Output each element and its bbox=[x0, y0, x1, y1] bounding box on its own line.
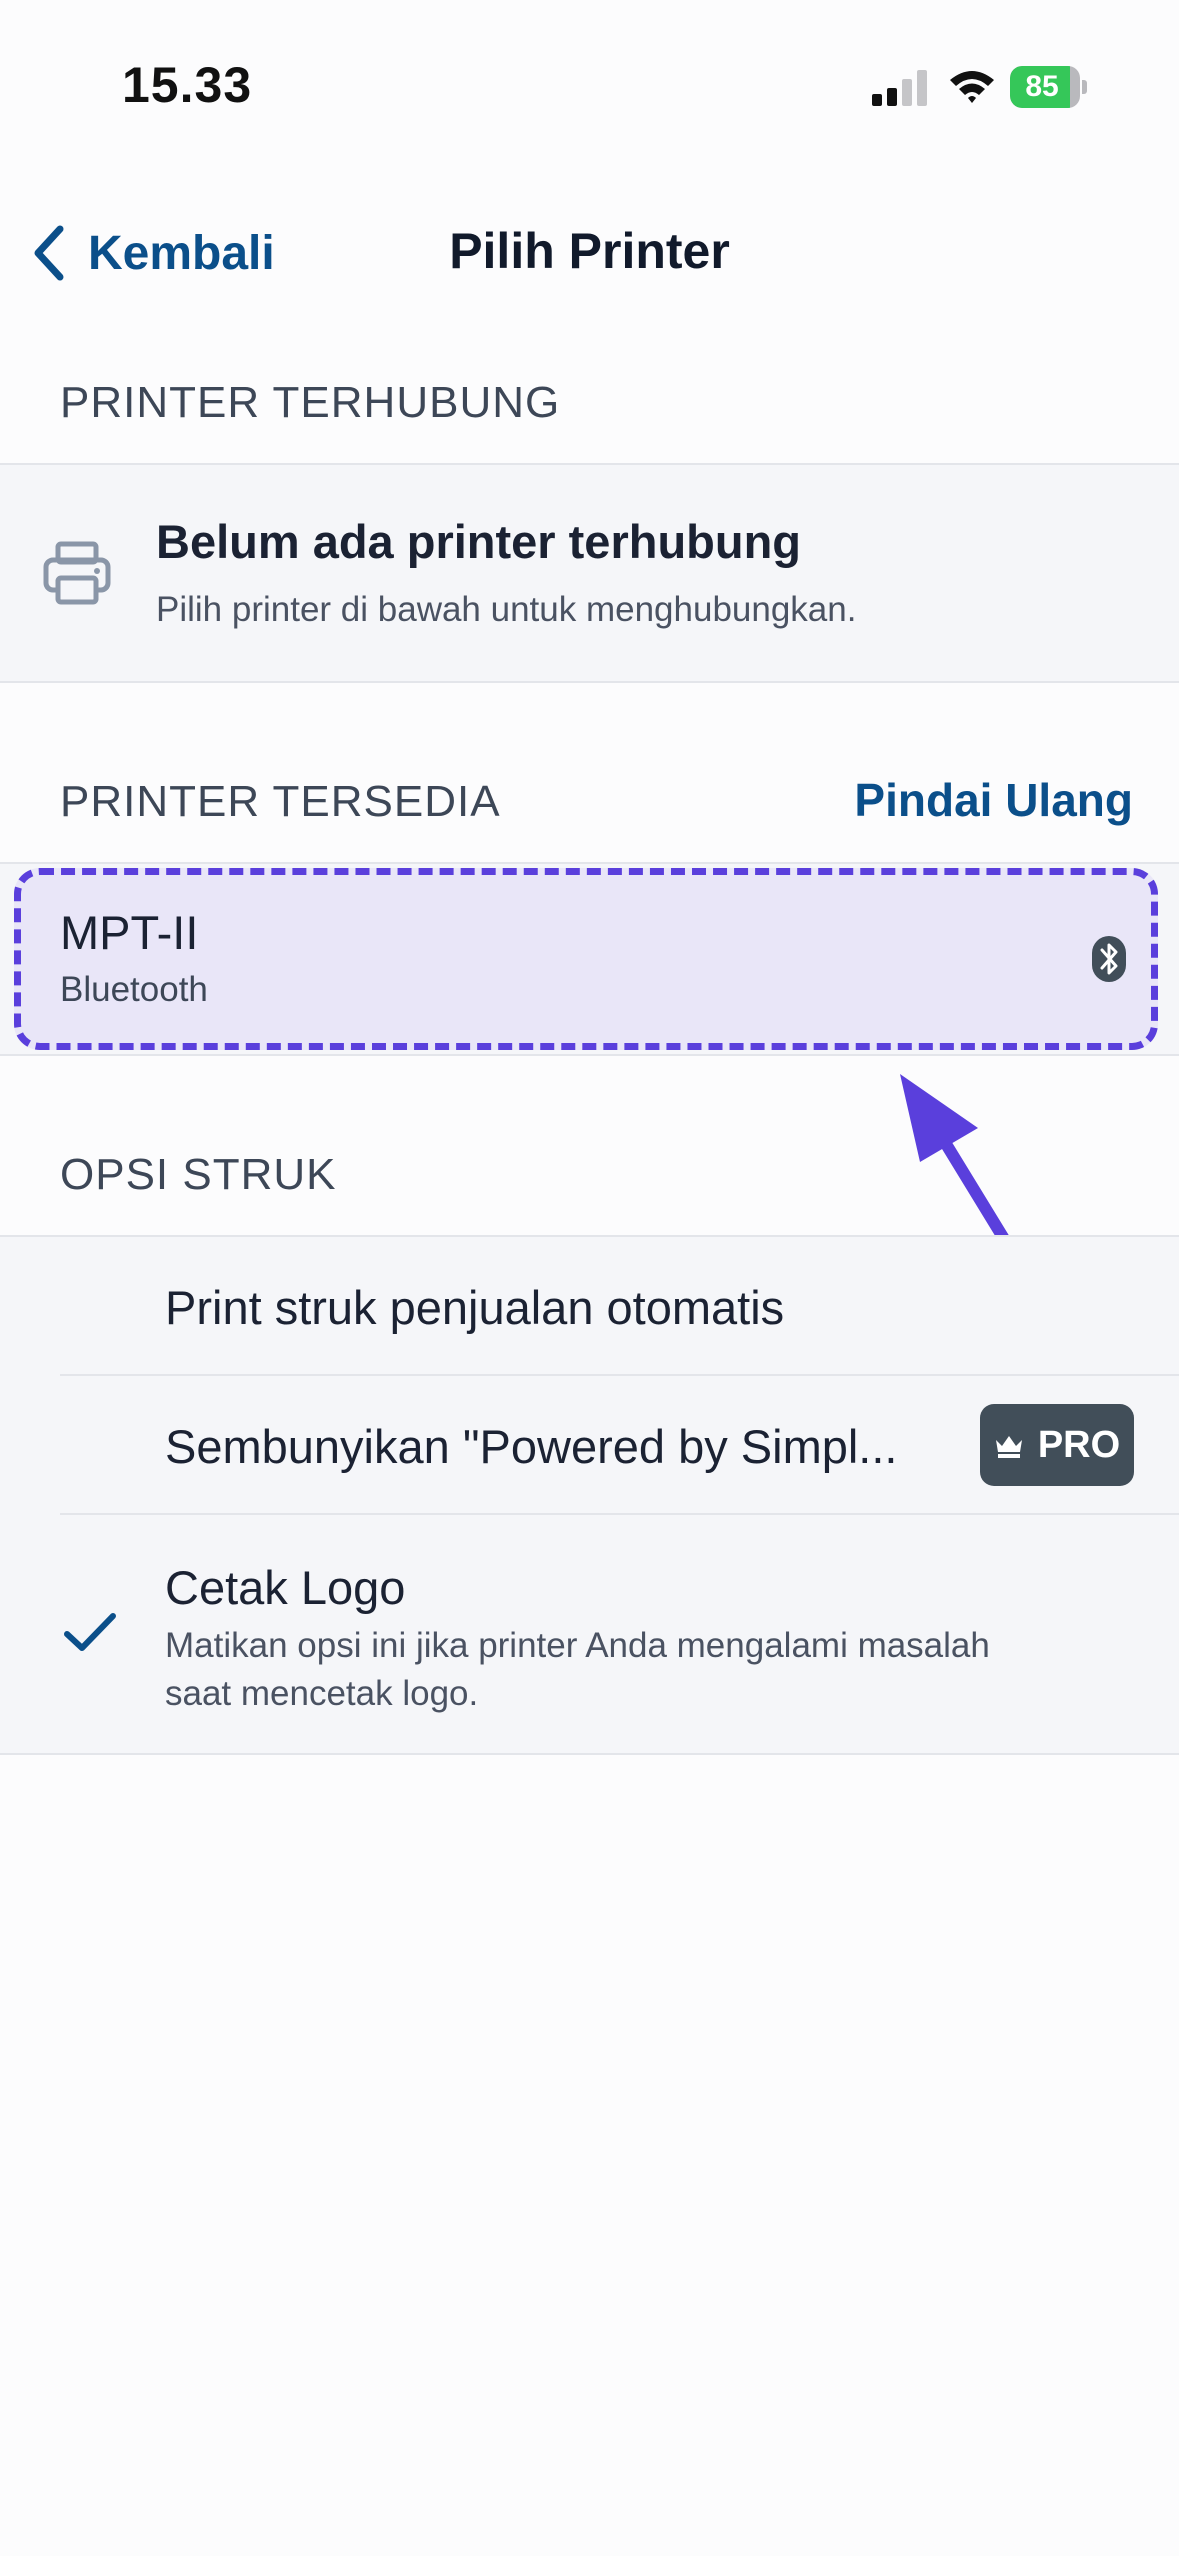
option-label-hide-powered-by: Sembunyikan "Powered by Simpl... bbox=[165, 1420, 898, 1473]
option-description-print-logo: Matikan opsi ini jika printer Anda menga… bbox=[165, 1626, 990, 1713]
battery-indicator: 85 bbox=[1010, 66, 1088, 108]
section-header-available: PRINTER TERSEDIA bbox=[60, 777, 501, 826]
printer-connection-type: Bluetooth bbox=[60, 970, 208, 1009]
connected-printer-panel bbox=[0, 463, 1179, 683]
status-time: 15.33 bbox=[122, 57, 253, 113]
printer-name: MPT-II bbox=[60, 906, 199, 959]
wifi-icon bbox=[950, 71, 994, 103]
printer-icon bbox=[43, 541, 111, 605]
crown-icon bbox=[995, 1436, 1022, 1458]
connected-status-title: Belum ada printer terhubung bbox=[156, 515, 801, 568]
pro-badge[interactable]: PRO bbox=[980, 1404, 1134, 1486]
section-header-connected: PRINTER TERHUBUNG bbox=[60, 378, 561, 427]
option-label-auto-print: Print struk penjualan otomatis bbox=[165, 1281, 785, 1334]
bluetooth-icon bbox=[1092, 936, 1126, 982]
pro-badge-label: PRO bbox=[1037, 1423, 1121, 1466]
option-label-print-logo: Cetak Logo bbox=[165, 1561, 406, 1614]
battery-level: 85 bbox=[1025, 70, 1059, 103]
page-title: Pilih Printer bbox=[449, 223, 730, 279]
cellular-signal-icon bbox=[872, 70, 927, 106]
section-header-receipt-options: OPSI STRUK bbox=[60, 1150, 337, 1199]
checkmark-icon bbox=[64, 1613, 116, 1651]
rescan-button[interactable]: Pindai Ulang bbox=[854, 773, 1133, 827]
connected-status-subtitle: Pilih printer di bawah untuk menghubungk… bbox=[156, 590, 857, 629]
